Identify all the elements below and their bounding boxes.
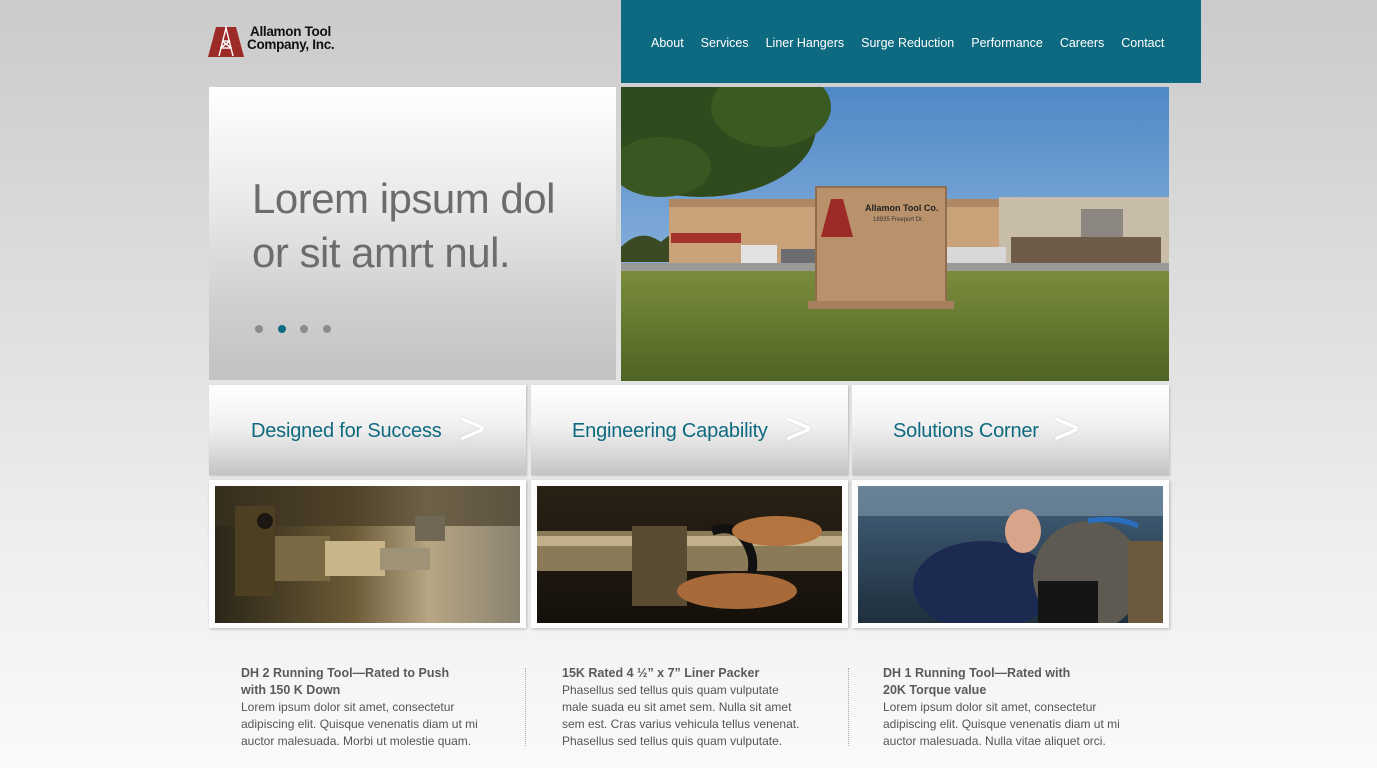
column-body-line: auctor malesuada. Morbi ut molestie quam… [241,734,472,748]
slider-dot-1[interactable] [255,325,263,333]
sign-line-1: Allamon Tool Co. [865,203,938,213]
column-heading-line2: 20K Torque value [883,683,987,697]
chevron-right-icon: > [1053,402,1080,454]
column-body-line: sem est. Cras varius vehicula tellus ven… [562,717,800,731]
card-solutions-corner[interactable]: Solutions Corner > [852,385,1169,475]
column-body-line: Lorem ipsum dolor sit amet, consectetur [241,700,455,714]
column-body-line: Phasellus sed tellus quis quam vulputate [562,683,779,697]
column-body-line: Phasellus sed tellus quis quam vulputate… [562,734,783,748]
hero-title: Lorem ipsum dol or sit amrt nul. [252,175,555,276]
card-image-1[interactable] [209,480,526,628]
column-heading[interactable]: 15K Rated 4 ½” x 7” Liner Packer [562,665,799,682]
card-engineering-capability[interactable]: Engineering Capability > [531,385,848,475]
card-title: Designed for Success [251,420,442,442]
slider-dot-3[interactable] [300,325,308,333]
nav-item-contact[interactable]: Contact [1121,36,1164,50]
caliper-measurement-photo [537,486,842,623]
company-name: Allamon Tool Company, Inc. [247,25,335,52]
derrick-logo-icon [208,26,244,57]
news-column-2: 15K Rated 4 ½” x 7” Liner Packer Phasell… [562,665,799,750]
nav-item-about[interactable]: About [651,36,684,50]
company-building-photo: Allamon Tool Co. 18935 Freeport Dr. [621,87,1169,381]
company-logo[interactable]: Allamon Tool Company, Inc. [208,25,335,57]
chevron-right-icon: > [785,402,812,454]
nav-item-performance[interactable]: Performance [971,36,1043,50]
nav-item-liner-hangers[interactable]: Liner Hangers [766,36,845,50]
column-body-line: adipiscing elit. Quisque venenatis diam … [883,717,1120,731]
column-body-line: Lorem ipsum dolor sit amet, consectetur [883,700,1097,714]
column-body-line: auctor malesuada. Nulla vitae aliquet or… [883,734,1106,748]
column-heading-line1: 15K Rated 4 ½” x 7” Liner Packer [562,666,760,680]
column-body-line: adipiscing elit. Quisque venenatis diam … [241,717,478,731]
news-column-3: DH 1 Running Tool—Rated with 20K Torque … [883,665,1120,750]
nav-item-careers[interactable]: Careers [1060,36,1104,50]
card-designed-for-success[interactable]: Designed for Success > [209,385,526,475]
chevron-right-icon: > [459,402,486,454]
machinist-at-lathe-photo [858,486,1163,623]
company-name-line2: Company, Inc. [247,37,335,52]
nav-item-services[interactable]: Services [701,36,749,50]
sign-line-2: 18935 Freeport Dr. [873,217,924,223]
slider-dot-2[interactable] [277,325,286,333]
hero-photo: Allamon Tool Co. 18935 Freeport Dr. [621,87,1169,381]
column-divider [525,668,526,746]
card-title: Engineering Capability [572,420,768,442]
column-heading[interactable]: DH 1 Running Tool—Rated with 20K Torque … [883,665,1120,699]
hero-text-panel: Lorem ipsum dol or sit amrt nul. [209,87,616,380]
column-heading[interactable]: DH 2 Running Tool—Rated to Push with 150… [241,665,478,699]
slider-dot-4[interactable] [322,325,331,333]
column-heading-line1: DH 2 Running Tool—Rated to Push [241,666,450,680]
card-image-2[interactable] [531,480,848,628]
nav-item-surge-reduction[interactable]: Surge Reduction [861,36,954,50]
column-body-line: male suada eu sit amet sem. Nulla sit am… [562,700,792,714]
news-column-1: DH 2 Running Tool—Rated to Push with 150… [241,665,478,750]
main-nav: About Services Liner Hangers Surge Reduc… [621,0,1201,83]
card-image-3[interactable] [852,480,1169,628]
column-divider [848,668,849,746]
card-title: Solutions Corner [893,420,1039,442]
slider-pagination [255,325,345,333]
lathe-chuck-photo [215,486,520,623]
column-heading-line1: DH 1 Running Tool—Rated with [883,666,1071,680]
column-heading-line2: with 150 K Down [241,683,341,697]
